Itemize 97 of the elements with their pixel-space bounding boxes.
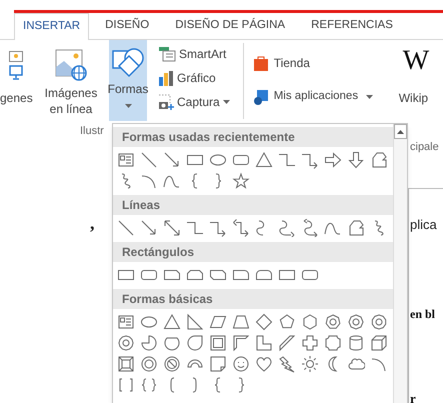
right-arrow-icon[interactable] <box>324 151 342 169</box>
group-label: cipale <box>409 140 440 154</box>
smartart-label: SmartArt <box>179 46 226 63</box>
scrollbar[interactable] <box>393 124 407 403</box>
online-picture-icon <box>55 49 87 81</box>
ribbon-tab[interactable]: REFERENCIAS <box>303 13 401 39</box>
no-symbol-icon[interactable] <box>163 355 181 373</box>
frame-icon[interactable] <box>209 334 227 352</box>
smartart-icon <box>158 46 176 62</box>
chart-label: Gráfico <box>177 70 216 87</box>
scroll-up-button[interactable] <box>394 124 407 139</box>
line-icon[interactable] <box>117 219 135 237</box>
group-label: Ilustr <box>79 124 105 138</box>
dropdown-caret-icon <box>366 95 374 99</box>
shapes-icon <box>112 48 144 78</box>
apps-cube-icon <box>252 89 269 105</box>
pentagon-icon[interactable] <box>278 313 296 331</box>
document-text: en bl <box>410 306 436 322</box>
folded-corner-icon[interactable] <box>209 355 227 373</box>
elbow-arrow-icon[interactable] <box>301 151 319 169</box>
parallelogram-icon[interactable] <box>209 313 227 331</box>
elbow-connector-icon[interactable] <box>186 219 204 237</box>
curved-arrow-icon[interactable] <box>278 219 296 237</box>
screenshot-label: Captura <box>177 94 220 111</box>
screenshot-button[interactable]: Captura <box>158 92 230 112</box>
teardrop-icon[interactable] <box>186 334 204 352</box>
store-label: Tienda <box>274 55 310 72</box>
my-apps-label: Mis aplicaciones <box>274 89 358 104</box>
elbow-connector-icon[interactable] <box>278 151 296 169</box>
smartart-button[interactable]: SmartArt <box>158 44 230 64</box>
hexagon-icon[interactable] <box>301 313 319 331</box>
diagonal-stripe-icon[interactable] <box>278 334 296 352</box>
right-triangle-icon[interactable] <box>186 313 204 331</box>
camera-icon <box>158 94 174 110</box>
cross-icon[interactable] <box>301 334 319 352</box>
wikipedia-label: Wikip <box>398 90 428 107</box>
freeform-icon[interactable] <box>347 219 365 237</box>
down-arrow-icon[interactable] <box>347 151 365 169</box>
store-button[interactable]: Tienda <box>252 53 395 73</box>
section-header: Rectángulos <box>113 242 393 262</box>
shapes-label: Formas <box>108 82 148 96</box>
text-box-icon[interactable] <box>117 151 135 169</box>
bracket-pair-icon[interactable] <box>117 376 135 394</box>
l-shape-icon[interactable] <box>255 334 273 352</box>
document-text: , <box>89 212 96 235</box>
arrow-icon[interactable] <box>163 151 181 169</box>
pictures-button[interactable]: genes <box>0 43 33 123</box>
donut-icon[interactable] <box>140 355 158 373</box>
lightning-bolt-icon[interactable] <box>278 355 296 373</box>
triangle-icon[interactable] <box>255 151 273 169</box>
shopping-bag-icon <box>252 55 269 71</box>
online-pictures-label: Imágenes en línea <box>44 85 98 117</box>
ribbon-tab[interactable]: DISEÑO DE PÁGINA <box>167 13 294 39</box>
text-box-icon[interactable] <box>117 313 135 331</box>
chart-button[interactable]: Gráfico <box>158 68 230 88</box>
brace-pair-icon[interactable] <box>140 376 158 394</box>
double-arrow-icon[interactable] <box>163 219 181 237</box>
decagon-icon[interactable] <box>370 313 388 331</box>
curved-double-arrow-icon[interactable] <box>301 219 319 237</box>
picture-monitor-icon <box>9 51 23 81</box>
heptagon-icon[interactable] <box>324 313 342 331</box>
triangle-icon[interactable] <box>163 313 181 331</box>
heart-icon[interactable] <box>255 355 273 373</box>
cube-icon[interactable] <box>370 334 388 352</box>
pictures-label: genes <box>0 91 33 105</box>
line-icon[interactable] <box>140 151 158 169</box>
wikipedia-logo: W <box>402 45 430 77</box>
cylinder-icon[interactable] <box>347 334 365 352</box>
pie-icon[interactable] <box>140 334 158 352</box>
my-apps-button[interactable]: Mis aplicaciones <box>252 87 358 107</box>
section-header: Líneas <box>113 195 393 215</box>
dropdown-caret-icon <box>124 104 132 108</box>
half-frame-icon[interactable] <box>232 334 250 352</box>
document-text: r <box>410 390 417 403</box>
smiley-icon[interactable] <box>232 355 250 373</box>
trapezoid-icon[interactable] <box>232 313 250 331</box>
elbow-double-arrow-icon[interactable] <box>232 219 250 237</box>
elbow-arrow-icon[interactable] <box>209 219 227 237</box>
online-pictures-button[interactable]: Imágenes en línea <box>33 43 109 123</box>
section-header: Formas básicas <box>113 289 393 309</box>
ribbon-tab[interactable]: INSERTAR <box>14 13 90 40</box>
ribbon-tab[interactable]: DISEÑO <box>97 13 158 39</box>
caret-icon <box>222 100 230 104</box>
plaque-icon[interactable] <box>324 334 342 352</box>
shapes-button[interactable]: Formas <box>109 40 147 121</box>
dodecagon-icon[interactable] <box>117 334 135 352</box>
document-text: plica <box>410 216 438 234</box>
bevel-icon[interactable] <box>117 355 135 373</box>
up-arrow-icon <box>397 130 404 134</box>
arrow-icon[interactable] <box>140 219 158 237</box>
diamond-icon[interactable] <box>255 313 273 331</box>
sun-icon[interactable] <box>301 355 319 373</box>
star-icon[interactable] <box>232 172 250 190</box>
freeform-icon[interactable] <box>370 151 388 169</box>
bar-chart-icon <box>158 70 174 86</box>
section-header: Formas usadas recientemente <box>113 127 393 147</box>
octagon-icon[interactable] <box>347 313 365 331</box>
